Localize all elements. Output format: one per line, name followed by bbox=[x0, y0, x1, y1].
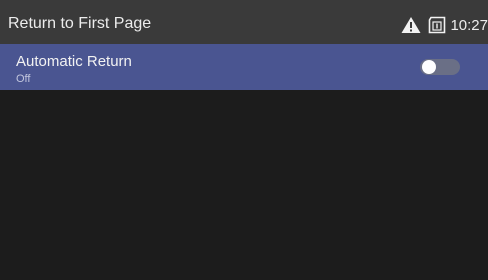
warning-icon bbox=[401, 17, 421, 33]
setting-row-automatic-return[interactable]: Automatic Return Off bbox=[0, 44, 488, 90]
title-bar: Return to First Page 10:27 bbox=[0, 0, 488, 44]
content-area bbox=[0, 90, 488, 280]
screen: Return to First Page 10:27 Automatic Ret… bbox=[0, 0, 488, 280]
setting-label: Automatic Return bbox=[16, 53, 132, 70]
setting-state-text: Off bbox=[16, 73, 31, 85]
clock: 10:27 bbox=[450, 16, 488, 34]
page-title: Return to First Page bbox=[8, 15, 152, 32]
automatic-return-toggle[interactable] bbox=[420, 59, 460, 75]
status-area: 10:27 bbox=[401, 15, 488, 35]
sim-card-icon bbox=[429, 16, 446, 34]
toggle-knob bbox=[422, 60, 436, 74]
